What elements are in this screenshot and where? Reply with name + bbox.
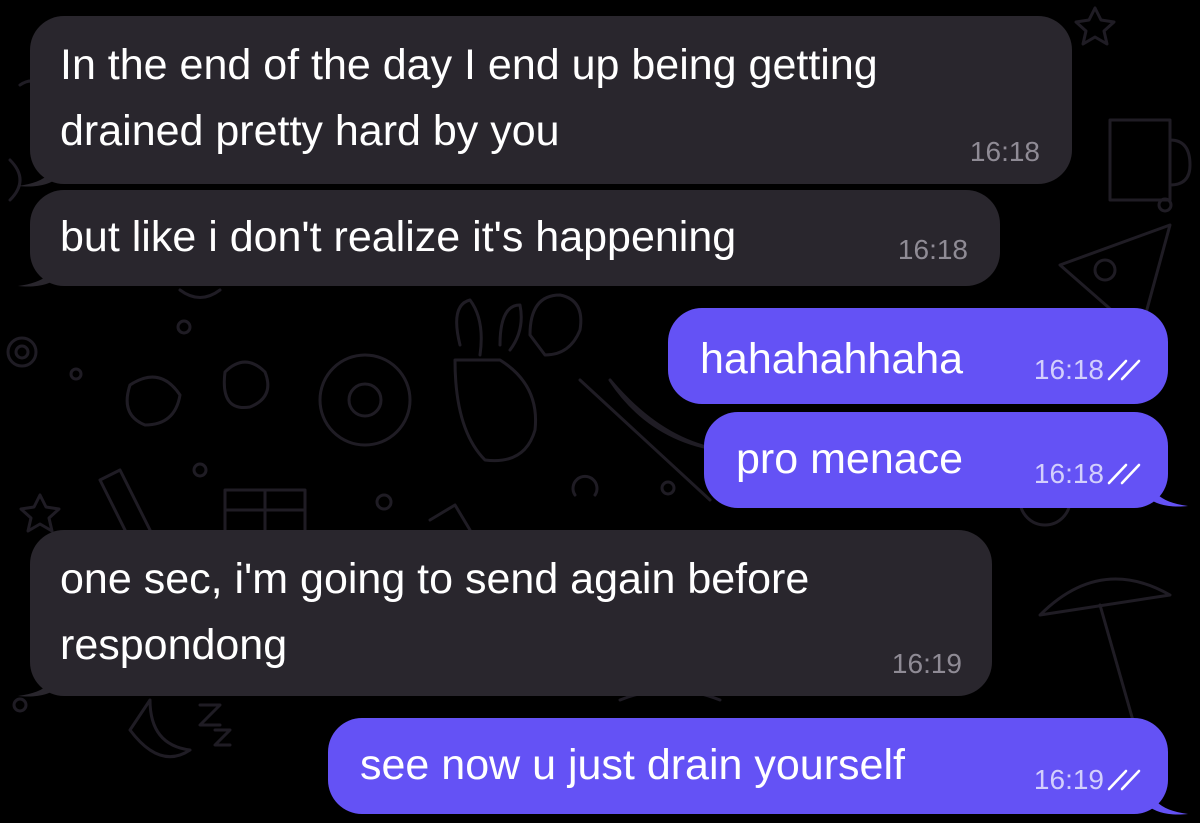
message-time: 16:18 — [897, 234, 968, 265]
message-bubble-incoming[interactable]: one sec, i'm going to send again before … — [30, 530, 992, 696]
message-bubble-outgoing[interactable]: pro menace 16:18 — [704, 412, 1168, 508]
message-time: 16:18 — [1033, 458, 1104, 489]
read-double-check-icon — [1107, 769, 1141, 791]
message-text: respondong — [60, 621, 288, 669]
doodle-chick-icon — [222, 360, 270, 410]
message-text: hahahahhaha — [700, 335, 964, 383]
message-meta: 16:18 — [1034, 354, 1144, 386]
doodle-donut-icon — [318, 353, 412, 447]
message-meta: 16:18 — [1034, 458, 1144, 490]
doodle-moon-icon — [128, 698, 192, 759]
message-text: one sec, i'm going to send again before — [60, 555, 810, 603]
doodle-spiral-icon — [6, 336, 38, 368]
message-time: 16:19 — [891, 648, 962, 679]
message-meta: 16:19 — [892, 648, 962, 680]
message-time: 16:19 — [1033, 764, 1104, 795]
message-text: see now u just drain yourself — [360, 741, 905, 789]
message-bubble-outgoing[interactable]: hahahahhaha 16:18 — [668, 308, 1168, 404]
read-double-check-icon — [1107, 463, 1141, 485]
doodle-star-icon — [19, 493, 61, 533]
message-meta: 16:18 — [970, 136, 1040, 168]
doodle-cup-icon — [1108, 118, 1192, 202]
message-text: but like i don't realize it's happening — [60, 213, 737, 261]
message-meta: 16:19 — [1034, 764, 1144, 796]
message-meta: 16:18 — [898, 234, 968, 266]
message-bubble-incoming[interactable]: In the end of the day I end up being get… — [30, 16, 1072, 184]
doodle-zzz-icon — [198, 703, 232, 747]
message-time: 16:18 — [1033, 354, 1104, 385]
doodle-swirl-icon — [571, 474, 599, 497]
message-text: In the end of the day I end up being get… — [60, 41, 878, 89]
doodle-star-outline-icon — [1074, 6, 1116, 46]
message-time: 16:18 — [969, 136, 1040, 167]
message-text: pro menace — [736, 435, 964, 483]
read-double-check-icon — [1107, 359, 1141, 381]
doodle-shrimp-icon — [125, 375, 182, 427]
doodle-bunny-icon — [453, 298, 538, 463]
doodle-balloon-icon — [528, 293, 583, 357]
message-bubble-outgoing[interactable]: see now u just drain yourself 16:19 — [328, 718, 1168, 814]
message-text: drained pretty hard by you — [60, 107, 560, 155]
message-bubble-incoming[interactable]: but like i don't realize it's happening … — [30, 190, 1000, 286]
